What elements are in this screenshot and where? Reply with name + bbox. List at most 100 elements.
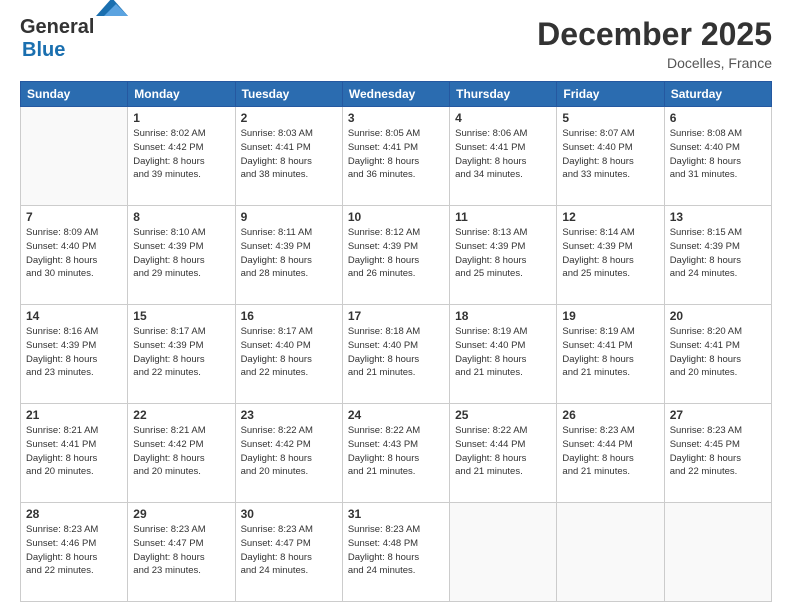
day-info: Sunrise: 8:06 AMSunset: 4:41 PMDaylight:… — [455, 127, 551, 182]
col-header-friday: Friday — [557, 82, 664, 107]
calendar-cell: 29 Sunrise: 8:23 AMSunset: 4:47 PMDayligh… — [128, 503, 235, 602]
day-number: 28 — [26, 507, 122, 521]
day-info: Sunrise: 8:19 AMSunset: 4:41 PMDaylight:… — [562, 325, 658, 380]
day-info: Sunrise: 8:12 AMSunset: 4:39 PMDaylight:… — [348, 226, 444, 281]
day-info: Sunrise: 8:23 AMSunset: 4:46 PMDaylight:… — [26, 523, 122, 578]
calendar-cell: 12 Sunrise: 8:14 AMSunset: 4:39 PMDayligh… — [557, 206, 664, 305]
calendar-cell: 4 Sunrise: 8:06 AMSunset: 4:41 PMDaylight… — [450, 107, 557, 206]
day-number: 11 — [455, 210, 551, 224]
day-number: 23 — [241, 408, 337, 422]
day-number: 2 — [241, 111, 337, 125]
day-info: Sunrise: 8:03 AMSunset: 4:41 PMDaylight:… — [241, 127, 337, 182]
calendar-week-0: 1 Sunrise: 8:02 AMSunset: 4:42 PMDaylight… — [21, 107, 772, 206]
day-info: Sunrise: 8:22 AMSunset: 4:44 PMDaylight:… — [455, 424, 551, 479]
day-info: Sunrise: 8:23 AMSunset: 4:47 PMDaylight:… — [133, 523, 229, 578]
day-number: 1 — [133, 111, 229, 125]
day-number: 25 — [455, 408, 551, 422]
calendar-table: SundayMondayTuesdayWednesdayThursdayFrid… — [20, 81, 772, 602]
calendar-week-2: 14 Sunrise: 8:16 AMSunset: 4:39 PMDayligh… — [21, 305, 772, 404]
calendar-cell: 17 Sunrise: 8:18 AMSunset: 4:40 PMDayligh… — [342, 305, 449, 404]
day-info: Sunrise: 8:22 AMSunset: 4:43 PMDaylight:… — [348, 424, 444, 479]
calendar-cell: 28 Sunrise: 8:23 AMSunset: 4:46 PMDayligh… — [21, 503, 128, 602]
calendar-cell: 24 Sunrise: 8:22 AMSunset: 4:43 PMDayligh… — [342, 404, 449, 503]
day-number: 10 — [348, 210, 444, 224]
calendar-cell: 13 Sunrise: 8:15 AMSunset: 4:39 PMDayligh… — [664, 206, 771, 305]
day-number: 6 — [670, 111, 766, 125]
calendar-cell — [664, 503, 771, 602]
day-info: Sunrise: 8:07 AMSunset: 4:40 PMDaylight:… — [562, 127, 658, 182]
day-number: 18 — [455, 309, 551, 323]
day-number: 20 — [670, 309, 766, 323]
day-number: 14 — [26, 309, 122, 323]
day-info: Sunrise: 8:10 AMSunset: 4:39 PMDaylight:… — [133, 226, 229, 281]
calendar-cell: 3Sunrise: 8:05 AMSunset: 4:41 PMDaylight… — [342, 107, 449, 206]
day-number: 15 — [133, 309, 229, 323]
day-number: 8 — [133, 210, 229, 224]
day-info: Sunrise: 8:23 AMSunset: 4:48 PMDaylight:… — [348, 523, 444, 578]
day-number: 5 — [562, 111, 658, 125]
calendar-cell: 23 Sunrise: 8:22 AMSunset: 4:42 PMDayligh… — [235, 404, 342, 503]
calendar-week-4: 28 Sunrise: 8:23 AMSunset: 4:46 PMDayligh… — [21, 503, 772, 602]
day-info: Sunrise: 8:21 AMSunset: 4:41 PMDaylight:… — [26, 424, 122, 479]
header: General Blue December 2025 Docelles, Fra… — [20, 16, 772, 71]
day-info: Sunrise: 8:09 AMSunset: 4:40 PMDaylight:… — [26, 226, 122, 281]
day-number: 31 — [348, 507, 444, 521]
calendar-cell: 8 Sunrise: 8:10 AMSunset: 4:39 PMDaylight… — [128, 206, 235, 305]
calendar-cell: 27Sunrise: 8:23 AMSunset: 4:45 PMDayligh… — [664, 404, 771, 503]
calendar-cell: 14 Sunrise: 8:16 AMSunset: 4:39 PMDayligh… — [21, 305, 128, 404]
calendar-cell: 16Sunrise: 8:17 AMSunset: 4:40 PMDayligh… — [235, 305, 342, 404]
location: Docelles, France — [537, 55, 772, 71]
day-number: 4 — [455, 111, 551, 125]
day-number: 3 — [348, 111, 444, 125]
title-block: December 2025 Docelles, France — [537, 16, 772, 71]
calendar-cell: 21Sunrise: 8:21 AMSunset: 4:41 PMDayligh… — [21, 404, 128, 503]
day-info: Sunrise: 8:23 AMSunset: 4:47 PMDaylight:… — [241, 523, 337, 578]
calendar-week-1: 7 Sunrise: 8:09 AMSunset: 4:40 PMDaylight… — [21, 206, 772, 305]
calendar-cell: 1 Sunrise: 8:02 AMSunset: 4:42 PMDaylight… — [128, 107, 235, 206]
col-header-sunday: Sunday — [21, 82, 128, 107]
calendar-week-3: 21Sunrise: 8:21 AMSunset: 4:41 PMDayligh… — [21, 404, 772, 503]
calendar-cell: 2 Sunrise: 8:03 AMSunset: 4:41 PMDaylight… — [235, 107, 342, 206]
day-info: Sunrise: 8:23 AMSunset: 4:44 PMDaylight:… — [562, 424, 658, 479]
day-info: Sunrise: 8:11 AMSunset: 4:39 PMDaylight:… — [241, 226, 337, 281]
day-info: Sunrise: 8:08 AMSunset: 4:40 PMDaylight:… — [670, 127, 766, 182]
day-info: Sunrise: 8:23 AMSunset: 4:45 PMDaylight:… — [670, 424, 766, 479]
day-info: Sunrise: 8:02 AMSunset: 4:42 PMDaylight:… — [133, 127, 229, 182]
day-info: Sunrise: 8:20 AMSunset: 4:41 PMDaylight:… — [670, 325, 766, 380]
calendar-cell: 20 Sunrise: 8:20 AMSunset: 4:41 PMDayligh… — [664, 305, 771, 404]
day-number: 29 — [133, 507, 229, 521]
day-number: 13 — [670, 210, 766, 224]
calendar-cell: 15Sunrise: 8:17 AMSunset: 4:39 PMDayligh… — [128, 305, 235, 404]
day-number: 22 — [133, 408, 229, 422]
day-info: Sunrise: 8:16 AMSunset: 4:39 PMDaylight:… — [26, 325, 122, 380]
day-number: 24 — [348, 408, 444, 422]
calendar-cell: 18 Sunrise: 8:19 AMSunset: 4:40 PMDayligh… — [450, 305, 557, 404]
day-info: Sunrise: 8:21 AMSunset: 4:42 PMDaylight:… — [133, 424, 229, 479]
day-info: Sunrise: 8:14 AMSunset: 4:39 PMDaylight:… — [562, 226, 658, 281]
calendar-cell — [450, 503, 557, 602]
col-header-saturday: Saturday — [664, 82, 771, 107]
day-info: Sunrise: 8:15 AMSunset: 4:39 PMDaylight:… — [670, 226, 766, 281]
day-number: 17 — [348, 309, 444, 323]
day-number: 7 — [26, 210, 122, 224]
calendar-cell: 25 Sunrise: 8:22 AMSunset: 4:44 PMDayligh… — [450, 404, 557, 503]
calendar-cell: 26Sunrise: 8:23 AMSunset: 4:44 PMDayligh… — [557, 404, 664, 503]
day-info: Sunrise: 8:13 AMSunset: 4:39 PMDaylight:… — [455, 226, 551, 281]
col-header-thursday: Thursday — [450, 82, 557, 107]
calendar-header-row: SundayMondayTuesdayWednesdayThursdayFrid… — [21, 82, 772, 107]
calendar-cell: 19 Sunrise: 8:19 AMSunset: 4:41 PMDayligh… — [557, 305, 664, 404]
day-info: Sunrise: 8:22 AMSunset: 4:42 PMDaylight:… — [241, 424, 337, 479]
day-info: Sunrise: 8:19 AMSunset: 4:40 PMDaylight:… — [455, 325, 551, 380]
calendar-cell: 11 Sunrise: 8:13 AMSunset: 4:39 PMDayligh… — [450, 206, 557, 305]
day-number: 12 — [562, 210, 658, 224]
logo-general: General — [20, 16, 94, 38]
day-number: 19 — [562, 309, 658, 323]
calendar-cell: 10 Sunrise: 8:12 AMSunset: 4:39 PMDayligh… — [342, 206, 449, 305]
col-header-monday: Monday — [128, 82, 235, 107]
page: General Blue December 2025 Docelles, Fra… — [0, 0, 792, 612]
calendar-cell — [21, 107, 128, 206]
day-info: Sunrise: 8:18 AMSunset: 4:40 PMDaylight:… — [348, 325, 444, 380]
calendar-cell: 5 Sunrise: 8:07 AMSunset: 4:40 PMDaylight… — [557, 107, 664, 206]
logo-icon — [96, 0, 128, 16]
calendar-cell: 31 Sunrise: 8:23 AMSunset: 4:48 PMDayligh… — [342, 503, 449, 602]
